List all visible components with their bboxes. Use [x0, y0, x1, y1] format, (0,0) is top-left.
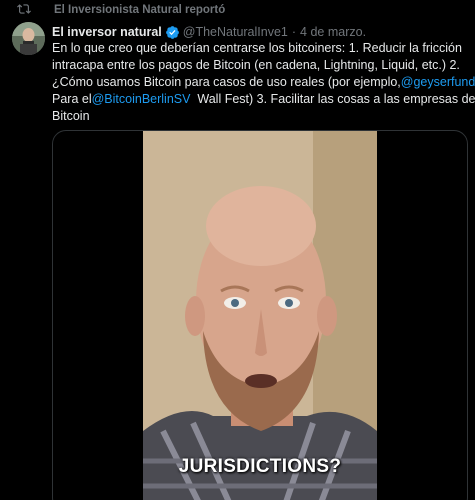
tweet-line: Para el@BitcoinBerlinSV Wall Fest) 3. Fa… — [52, 91, 475, 108]
tweet-line: En lo que creo que deberían centrarse lo… — [52, 41, 462, 55]
tweet-line: ¿Cómo usamos Bitcoin para casos de uso r… — [52, 74, 475, 91]
tweet-text-segment: Para el — [52, 92, 92, 106]
video-caption: JURISDICTIONS? — [178, 456, 342, 477]
video-still — [143, 131, 377, 500]
avatar[interactable] — [12, 22, 45, 55]
tweet[interactable]: El Inversionista Natural reportó El inve… — [0, 0, 475, 500]
tweet-header: El inversor natural @TheNaturalInve1 · 4… — [52, 23, 465, 41]
author-handle[interactable]: @TheNaturalInve1 — [183, 25, 288, 39]
tweet-line: intracapa entre los pagos de Bitcoin (en… — [52, 58, 460, 72]
video-media[interactable]: JURISDICTIONS? — [52, 130, 468, 500]
verified-badge-icon — [165, 25, 179, 39]
display-name[interactable]: El inversor natural — [52, 25, 162, 39]
tweet-text-segment: ¿Cómo usamos Bitcoin para casos de uso r… — [52, 75, 401, 89]
separator-dot: · — [291, 25, 297, 39]
tweet-line: Bitcoin — [52, 109, 90, 123]
mention-link[interactable]: @BitcoinBerlinSV — [92, 92, 191, 106]
tweet-text-segment: Wall Fest) 3. Facilitar las cosas a las … — [190, 92, 475, 106]
social-context-text: El Inversionista Natural reportó — [54, 4, 226, 16]
video-frame[interactable]: JURISDICTIONS? — [143, 131, 377, 500]
tweet-text: En lo que creo que deberían centrarse lo… — [52, 40, 475, 125]
avatar-image — [12, 22, 45, 55]
timestamp[interactable]: 4 de marzo. — [300, 25, 366, 39]
retweet-icon — [17, 4, 31, 14]
social-context[interactable]: El Inversionista Natural reportó — [17, 2, 226, 18]
mention-link[interactable]: @geyserfund — [401, 75, 475, 89]
